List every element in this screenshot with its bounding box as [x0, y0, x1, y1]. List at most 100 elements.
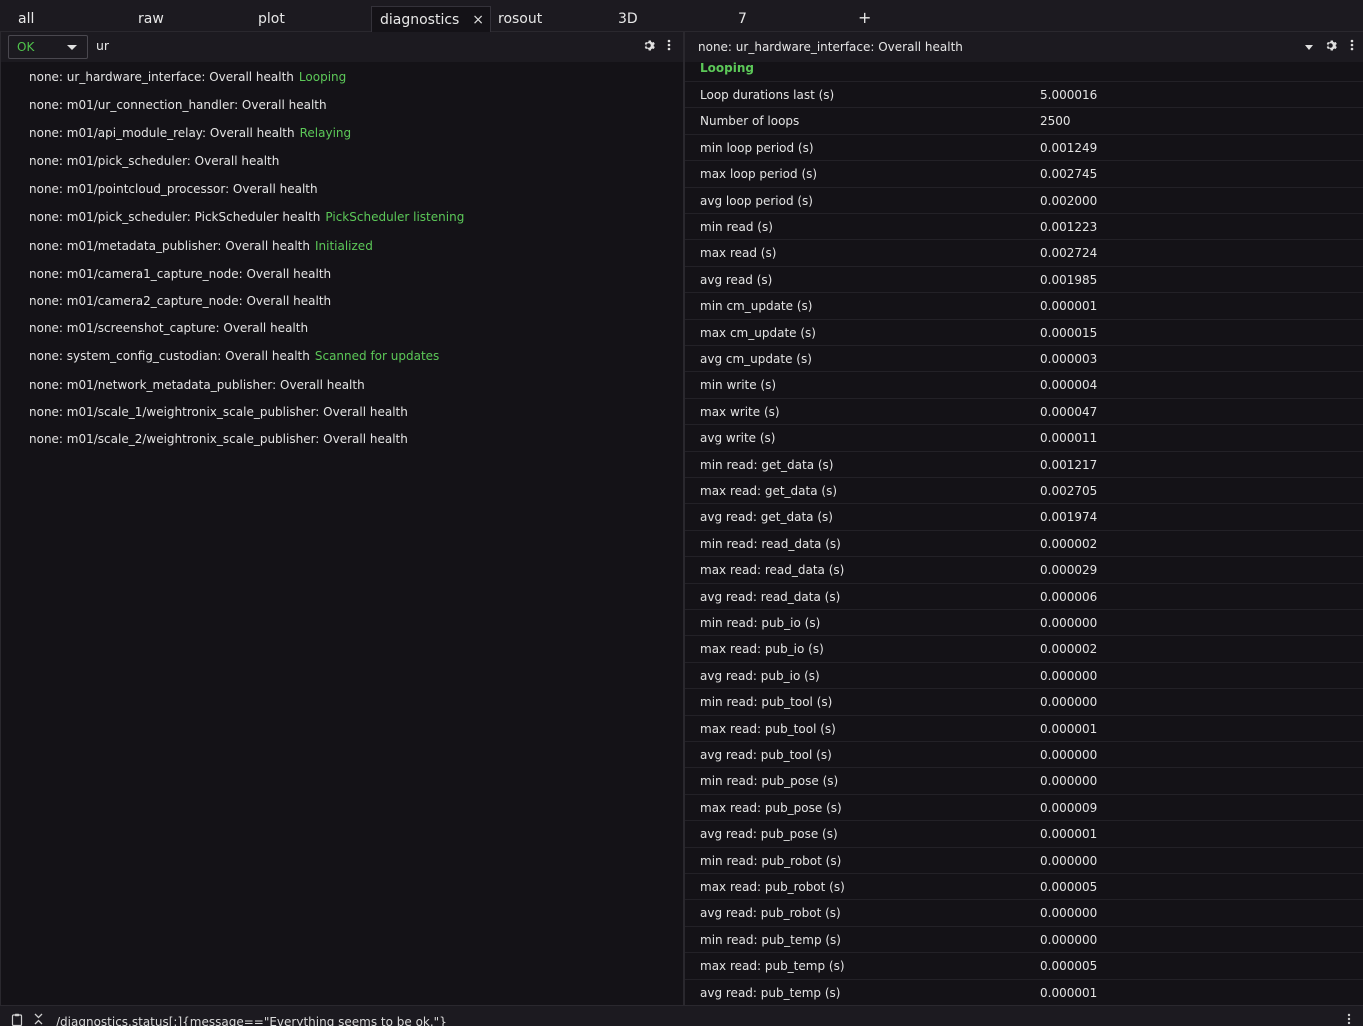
- collapse-icon[interactable]: [34, 1013, 43, 1026]
- row-key: max read: pub_pose (s): [700, 800, 842, 815]
- gear-icon[interactable]: [641, 39, 655, 55]
- tab-3d[interactable]: 3D: [610, 6, 730, 32]
- row-key: avg read: get_data (s): [700, 510, 833, 525]
- row-key: avg read: pub_pose (s): [700, 827, 838, 842]
- row-value: 0.002000: [1040, 193, 1098, 208]
- tab-label: all: [18, 11, 35, 27]
- add-tab-button[interactable]: +: [858, 8, 871, 27]
- list-item[interactable]: none: m01/camera2_capture_node: Overall …: [29, 294, 336, 308]
- clipboard-icon[interactable]: [11, 1013, 23, 1026]
- row-value: 0.000009: [1040, 800, 1098, 815]
- list-item[interactable]: none: m01/network_metadata_publisher: Ov…: [29, 378, 370, 392]
- table-row: avg write (s) 0.000011: [685, 424, 1363, 450]
- list-item[interactable]: none: m01/pointcloud_processor: Overall …: [29, 182, 323, 196]
- row-key: avg read: read_data (s): [700, 589, 841, 604]
- more-vertical-icon[interactable]: [662, 39, 676, 55]
- row-value: 0.000000: [1040, 853, 1098, 868]
- row-value: 0.001223: [1040, 220, 1098, 234]
- table-row: max read: get_data (s) 0.002705: [685, 477, 1363, 503]
- detail-panel-toolbar: none: ur_hardware_interface: Overall hea…: [685, 32, 1363, 62]
- table-row: Number of loops 2500: [685, 107, 1363, 133]
- row-value: 0.001249: [1040, 140, 1098, 155]
- row-key: min read (s): [700, 220, 773, 234]
- row-key: min cm_update (s): [700, 299, 813, 314]
- list-item[interactable]: none: m01/screenshot_capture: Overall he…: [29, 321, 313, 335]
- gear-icon[interactable]: [1323, 39, 1337, 55]
- tab-all[interactable]: all: [10, 6, 130, 32]
- table-row: min cm_update (s) 0.000001: [685, 292, 1363, 318]
- row-value: 0.000001: [1040, 721, 1098, 736]
- table-row: avg cm_update (s) 0.000003: [685, 345, 1363, 371]
- list-item[interactable]: none: m01/pick_scheduler: Overall health: [29, 154, 284, 168]
- table-row: max read: read_data (s) 0.000029: [685, 556, 1363, 582]
- chevron-down-icon[interactable]: [1305, 45, 1313, 50]
- row-key: Number of loops: [700, 114, 800, 129]
- list-item[interactable]: none: m01/metadata_publisher: Overall he…: [29, 239, 373, 253]
- row-key: min read: pub_pose (s): [700, 774, 839, 789]
- more-vertical-icon[interactable]: [1345, 39, 1359, 55]
- item-message: Looping: [298, 70, 347, 84]
- row-key: min read: pub_robot (s): [700, 853, 842, 868]
- tab-rosout[interactable]: rosout: [490, 6, 610, 32]
- tab-label: raw: [138, 11, 164, 27]
- list-item[interactable]: none: m01/api_module_relay: Overall heal…: [29, 126, 351, 140]
- row-value: 0.001985: [1040, 272, 1098, 287]
- row-key: min read: get_data (s): [700, 457, 834, 472]
- table-row: max write (s) 0.000047: [685, 397, 1363, 424]
- diagnostics-detail-panel: none: ur_hardware_interface: Overall hea…: [683, 32, 1363, 1005]
- list-item[interactable]: none: m01/scale_2/weightronix_scale_publ…: [29, 432, 413, 446]
- tab-plot[interactable]: plot: [250, 6, 370, 32]
- row-key: max read: get_data (s): [700, 484, 838, 498]
- filter-input[interactable]: ur: [96, 38, 109, 53]
- row-value: 0.000000: [1040, 695, 1098, 710]
- row-value: 0.000005: [1040, 959, 1098, 974]
- list-item[interactable]: none: ur_hardware_interface: Overall hea…: [29, 70, 346, 84]
- list-item[interactable]: none: system_config_custodian: Overall h…: [29, 349, 439, 363]
- row-key: min loop period (s): [700, 140, 814, 155]
- table-row: avg read: pub_temp (s) 0.000001: [685, 978, 1363, 1005]
- table-row: avg loop period (s) 0.002000: [685, 186, 1363, 213]
- table-row: max read: pub_robot (s) 0.000005: [685, 873, 1363, 899]
- row-key: max read: pub_io (s): [700, 642, 824, 657]
- row-value: 0.000047: [1040, 404, 1098, 419]
- row-value: 0.002724: [1040, 246, 1098, 261]
- row-key: max read (s): [700, 246, 777, 261]
- level-select[interactable]: OK: [8, 35, 88, 59]
- list-item[interactable]: none: m01/pick_scheduler: PickScheduler …: [29, 210, 464, 224]
- row-value: 0.000001: [1040, 299, 1098, 314]
- item-name: none: system_config_custodian: Overall h…: [29, 349, 310, 363]
- item-name: none: m01/camera1_capture_node: Overall …: [29, 267, 332, 281]
- tab-7[interactable]: 7: [730, 6, 850, 32]
- row-value: 0.000000: [1040, 774, 1098, 789]
- list-item[interactable]: none: m01/scale_1/weightronix_scale_publ…: [29, 405, 413, 419]
- tab-label: 7: [738, 11, 747, 27]
- table-row: avg read: pub_io (s) 0.000000: [685, 661, 1363, 688]
- list-item[interactable]: none: m01/ur_connection_handler: Overall…: [29, 98, 332, 112]
- tab-diagnostics[interactable]: diagnostics ×: [371, 6, 491, 32]
- item-name: none: m01/pick_scheduler: PickScheduler …: [29, 210, 321, 224]
- row-value: 0.000002: [1040, 536, 1098, 551]
- item-name: none: m01/network_metadata_publisher: Ov…: [29, 378, 365, 392]
- row-value: 5.000016: [1040, 88, 1098, 102]
- topic-query-text[interactable]: /diagnostics.status[:]{message=="Everyth…: [56, 1015, 447, 1026]
- selected-diagnostic-title: none: ur_hardware_interface: Overall hea…: [698, 40, 963, 54]
- item-message: Scanned for updates: [314, 349, 440, 363]
- list-item[interactable]: none: m01/camera1_capture_node: Overall …: [29, 267, 336, 281]
- tab-raw[interactable]: raw: [130, 6, 250, 32]
- row-key: max loop period (s): [700, 167, 818, 182]
- row-key: avg read: pub_io (s): [700, 668, 820, 683]
- table-row: min read: pub_robot (s) 0.000000: [685, 846, 1363, 873]
- level-select-value: OK: [17, 40, 35, 54]
- table-row: max read: pub_tool (s) 0.000001: [685, 714, 1363, 741]
- table-row: min read: read_data (s) 0.000002: [685, 529, 1363, 556]
- table-row: min read (s) 0.001223: [685, 213, 1363, 239]
- row-key: avg write (s): [700, 431, 776, 446]
- row-value: 0.000000: [1040, 932, 1098, 947]
- table-row: min read: pub_pose (s) 0.000000: [685, 767, 1363, 793]
- row-key: avg read: pub_temp (s): [700, 985, 841, 1000]
- row-key: max read: read_data (s): [700, 563, 845, 578]
- close-icon[interactable]: ×: [472, 7, 484, 33]
- table-row: avg read: get_data (s) 0.001974: [685, 503, 1363, 529]
- row-value: 0.000002: [1040, 642, 1098, 657]
- more-vertical-icon[interactable]: [1347, 1013, 1351, 1026]
